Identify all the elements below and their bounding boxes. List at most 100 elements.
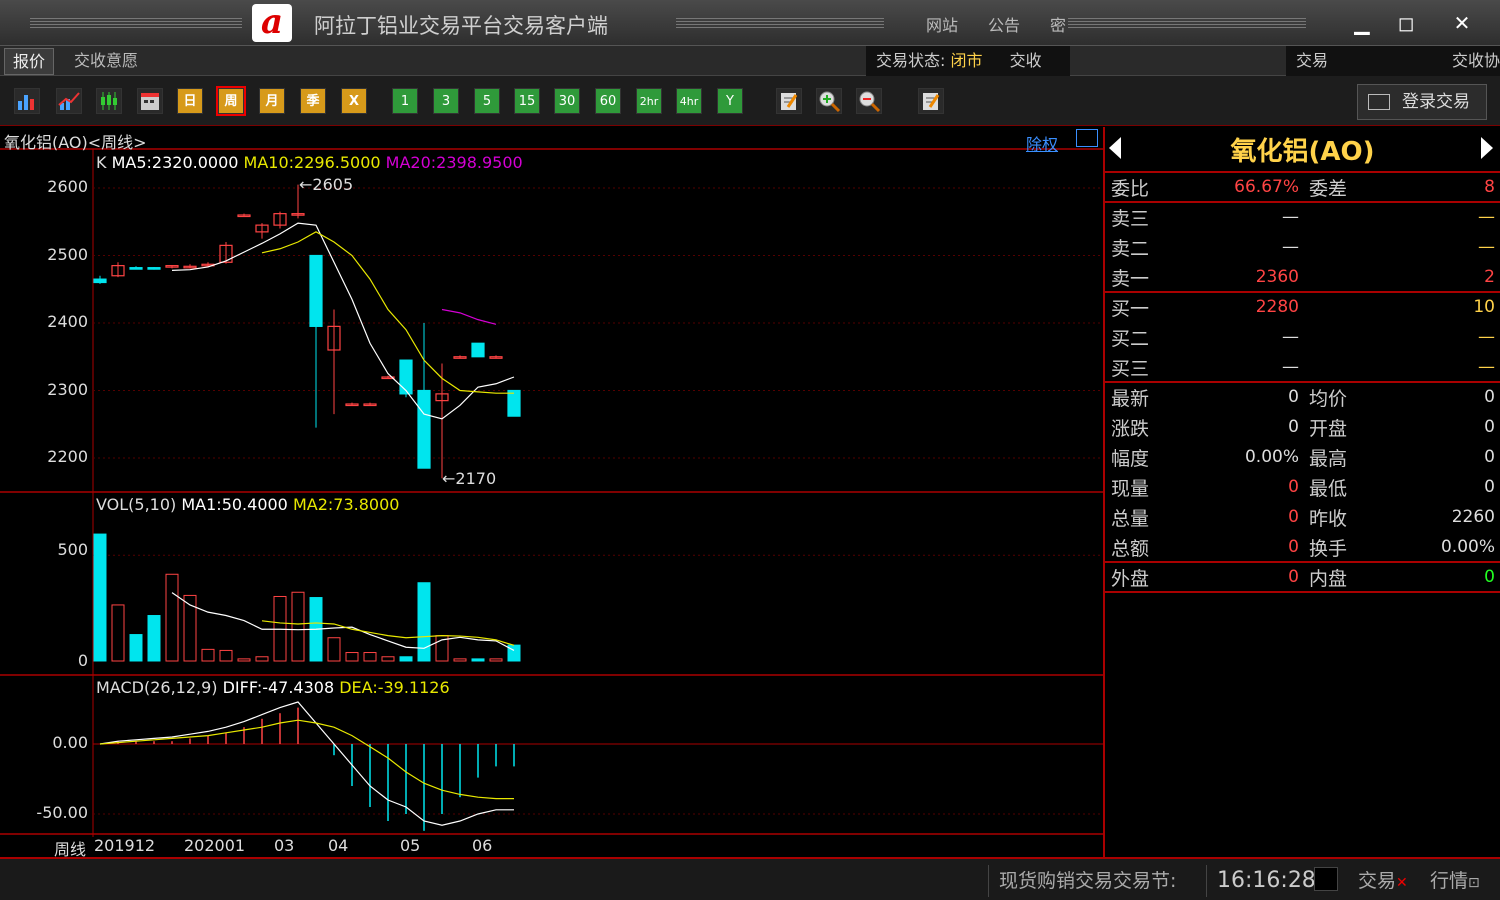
trade-status-label: 交易状态: bbox=[876, 51, 946, 70]
period-year[interactable]: Y bbox=[717, 88, 743, 114]
x-tick-05: 05 bbox=[400, 836, 421, 855]
minute-15[interactable]: 15 bbox=[514, 88, 540, 114]
bar-chart-icon[interactable] bbox=[14, 88, 40, 114]
minute-60[interactable]: 60 bbox=[595, 88, 621, 114]
line-chart-icon[interactable] bbox=[56, 88, 82, 114]
chart-svg[interactable] bbox=[0, 127, 1103, 857]
x-tick-201912: 201912 bbox=[94, 836, 156, 855]
legend-ma10: MA10:2296.5000 bbox=[243, 153, 381, 172]
fuquan-link[interactable]: 除权 bbox=[1026, 131, 1058, 155]
zoom-out-icon[interactable] bbox=[856, 88, 882, 114]
market-status-text: 行情 bbox=[1430, 870, 1469, 892]
quote-value: — bbox=[1282, 237, 1299, 257]
layout-toggle-icon[interactable] bbox=[1076, 129, 1098, 147]
minute-1[interactable]: 1 bbox=[392, 88, 418, 114]
quote-value: 0 bbox=[1288, 477, 1299, 497]
next-symbol-icon[interactable] bbox=[1481, 137, 1493, 159]
app-logo: a bbox=[252, 4, 292, 42]
title-grip-left bbox=[30, 18, 242, 28]
chart-title: 氧化铝(AO)<周线> bbox=[4, 133, 147, 152]
volume-bar bbox=[255, 656, 269, 662]
x-tick-202001: 202001 bbox=[184, 836, 246, 855]
quote-value: 0 bbox=[1288, 507, 1299, 527]
period-season[interactable]: 季 bbox=[300, 88, 326, 114]
period-month[interactable]: 月 bbox=[259, 88, 285, 114]
tab-delivery-intent[interactable]: 交收意愿 bbox=[66, 48, 146, 75]
quote-value: — bbox=[1282, 327, 1299, 347]
annotation-low: ←2170 bbox=[442, 469, 497, 488]
link-password[interactable]: 密 bbox=[1050, 12, 1066, 36]
trade-status-extra: 交收 bbox=[1009, 51, 1042, 70]
legend-dea: DEA:-39.1126 bbox=[339, 678, 450, 697]
macd-dea-line bbox=[99, 719, 514, 800]
quote-row: 现量 0 最低 0 bbox=[1111, 472, 1495, 502]
price-tick-2300: 2300 bbox=[47, 380, 88, 399]
minute-30[interactable]: 30 bbox=[554, 88, 580, 114]
candle-body bbox=[93, 278, 107, 284]
hour-4[interactable]: 4hr bbox=[676, 88, 702, 114]
vol-legend: VOL(5,10) MA1:50.4000 MA2:73.8000 bbox=[96, 495, 399, 514]
minimize-button[interactable]: ▁ bbox=[1342, 6, 1382, 40]
monitor-icon bbox=[1368, 94, 1390, 110]
quote-value-2: 0 bbox=[1484, 477, 1495, 497]
price-tick-2500: 2500 bbox=[47, 245, 88, 264]
minute-3[interactable]: 3 bbox=[433, 88, 459, 114]
tab-row: 报价 交收意愿 交易状态: 闭市 交收 交易 交收协 bbox=[0, 46, 1500, 76]
link-website[interactable]: 网站 bbox=[926, 12, 958, 36]
quote-value: 0 bbox=[1288, 567, 1299, 587]
quote-label-2: 换手 bbox=[1309, 538, 1348, 560]
close-button[interactable]: ✕ bbox=[1442, 6, 1482, 40]
quote-value-2: — bbox=[1478, 357, 1495, 377]
login-trade-button[interactable]: 登录交易 bbox=[1357, 84, 1487, 120]
quote-label: 卖一 bbox=[1111, 268, 1150, 290]
quote-value: 66.67% bbox=[1234, 177, 1299, 197]
quote-value: 0 bbox=[1288, 387, 1299, 407]
volume-bar bbox=[507, 644, 521, 662]
quote-row: 最新 0 均价 0 bbox=[1111, 382, 1495, 412]
disconnected-icon: ✕ bbox=[1396, 875, 1408, 891]
period-day[interactable]: 日 bbox=[177, 88, 203, 114]
candlestick-icon[interactable] bbox=[96, 88, 122, 114]
quote-label-2: 均价 bbox=[1309, 388, 1348, 410]
volume-bar bbox=[399, 656, 413, 662]
status-bar: 现货购销交易交易节: 16:16:28 交易✕ 行情⊡ bbox=[0, 857, 1500, 900]
hour-2[interactable]: 2hr bbox=[636, 88, 662, 114]
festival-label: 现货购销交易交易节: bbox=[988, 865, 1206, 897]
calendar-icon[interactable] bbox=[137, 88, 163, 114]
volume-bar bbox=[417, 582, 431, 662]
draw-tool-icon[interactable] bbox=[776, 88, 802, 114]
notepad-icon[interactable] bbox=[918, 88, 944, 114]
macd-legend: MACD(26,12,9) DIFF:-47.4308 DEA:-39.1126 bbox=[96, 678, 450, 697]
x-tick-06: 06 bbox=[472, 836, 493, 855]
quote-label: 卖三 bbox=[1111, 208, 1150, 230]
minute-5[interactable]: 5 bbox=[474, 88, 500, 114]
legend-diff: DIFF:-47.4308 bbox=[222, 678, 335, 697]
quote-value-2: 10 bbox=[1473, 297, 1495, 317]
volume-bar bbox=[453, 658, 467, 662]
candle-body bbox=[507, 389, 521, 417]
trade-status-link[interactable]: 交易✕ bbox=[1348, 865, 1420, 897]
chart-area[interactable]: 氧化铝(AO)<周线> 除权 K MA5:2320.0000 MA10:2296… bbox=[0, 127, 1105, 859]
quote-value-2: 0.00% bbox=[1440, 537, 1495, 557]
quote-label-2: 委差 bbox=[1309, 178, 1348, 200]
zoom-in-icon[interactable] bbox=[816, 88, 842, 114]
candle-body bbox=[129, 267, 143, 270]
period-week[interactable]: 周 bbox=[216, 86, 246, 116]
maximize-button[interactable]: ◻ bbox=[1386, 6, 1426, 40]
volume-bar bbox=[129, 634, 143, 662]
quote-row: 买三 — — bbox=[1111, 352, 1495, 382]
quote-symbol: 氧化铝(AO) bbox=[1230, 137, 1375, 167]
period-custom[interactable]: X bbox=[341, 88, 367, 114]
link-notice[interactable]: 公告 bbox=[988, 12, 1020, 36]
quote-label: 涨跌 bbox=[1111, 418, 1150, 440]
quote-label: 总额 bbox=[1111, 538, 1150, 560]
quote-label: 现量 bbox=[1111, 478, 1150, 500]
volume-bar bbox=[165, 573, 179, 662]
tab-quote[interactable]: 报价 bbox=[4, 48, 55, 75]
quote-row: 涨跌 0 开盘 0 bbox=[1111, 412, 1495, 442]
annotation-high-value: 2605 bbox=[312, 175, 354, 194]
volume-bar bbox=[219, 649, 233, 662]
market-status-link[interactable]: 行情⊡ bbox=[1420, 865, 1500, 897]
quote-label: 委比 bbox=[1111, 178, 1150, 200]
quote-row: 买二 — — bbox=[1111, 322, 1495, 352]
